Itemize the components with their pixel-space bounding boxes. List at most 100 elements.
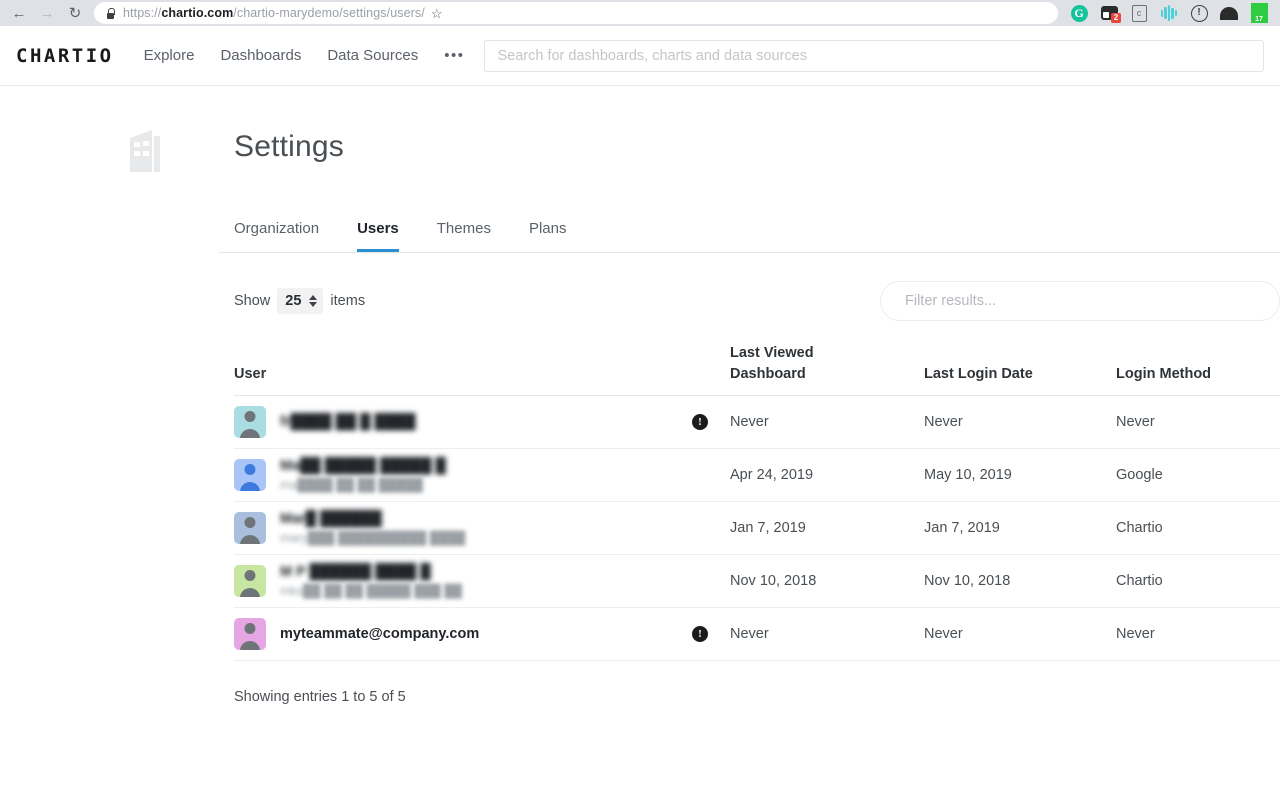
user-name: fr████ ██ █ ████ (280, 413, 416, 432)
filter-results-input[interactable]: Filter results... (880, 281, 1280, 321)
tab-plans[interactable]: Plans (529, 220, 567, 252)
page-size-group: Show 25 items (234, 288, 365, 314)
cloud-glyph (1220, 7, 1238, 20)
grammarly-extension-icon[interactable]: G (1064, 1, 1094, 25)
circle-exclamation-extension-icon[interactable]: ! (1184, 1, 1214, 25)
user-name: myteammate@company.com (280, 625, 479, 644)
tab-organization[interactable]: Organization (234, 220, 319, 252)
lvd-line2: Dashboard (730, 364, 924, 385)
users-table: User Last Viewed Dashboard Last Login Da… (234, 343, 1280, 661)
global-search-placeholder: Search for dashboards, charts and data s… (497, 48, 807, 64)
login-method-cell: Google (1116, 467, 1276, 483)
page-size-stepper[interactable]: 25 (277, 288, 323, 314)
last-viewed-dashboard-cell: Jan 7, 2019 (730, 520, 924, 536)
wallet-extension-icon[interactable]: 2 (1094, 1, 1124, 25)
stepper-arrows[interactable] (309, 295, 317, 307)
column-header-user[interactable]: User (234, 364, 692, 385)
last-login-date-cell: Jan 7, 2019 (924, 520, 1116, 536)
wallet-badge: 2 (1111, 13, 1121, 23)
url-text: https://chartio.com/chartio-marydemo/set… (123, 6, 425, 20)
url-scheme: https:// (123, 6, 161, 20)
url-domain: chartio.com (161, 6, 233, 20)
nav-link-dashboards[interactable]: Dashboards (220, 47, 301, 64)
more-menu-icon[interactable]: ••• (444, 47, 464, 64)
user-identity: Mar█ ██████ mary███ ██████████ ████ (280, 510, 465, 547)
last-login-date-cell: Never (924, 626, 1116, 642)
chartio-logo[interactable]: CHARTIO (16, 45, 114, 67)
avatar-body (240, 429, 260, 438)
avatar-head (245, 411, 256, 422)
green-counter-glyph: 17 (1251, 3, 1268, 23)
show-label: Show (234, 293, 270, 309)
url-path: /chartio-marydemo/settings/users/ (233, 6, 425, 20)
alert-circle-icon[interactable]: ! (692, 414, 708, 430)
star-icon[interactable]: ☆ (431, 7, 443, 20)
page-header: Settings (0, 122, 1280, 172)
building-icon (128, 128, 162, 172)
clipboard-glyph: c (1132, 5, 1147, 22)
table-row[interactable]: Ma██ █████ █████ █ ma████ ██ ██ █████ Ap… (234, 449, 1280, 502)
clipboard-extension-icon[interactable]: c (1124, 1, 1154, 25)
reload-icon[interactable]: ↻ (62, 2, 88, 24)
avatar-body (240, 641, 260, 650)
items-label: items (330, 293, 365, 309)
app-navbar: CHARTIO Explore Dashboards Data Sources … (0, 26, 1280, 86)
user-cell: Mar█ ██████ mary███ ██████████ ████ (234, 510, 692, 547)
avatar-head (245, 517, 256, 528)
caret-down-icon[interactable] (309, 302, 317, 307)
avatar-head (245, 623, 256, 634)
forward-icon[interactable]: → (34, 2, 60, 24)
alert-circle-icon[interactable]: ! (692, 626, 708, 642)
login-method-cell: Chartio (1116, 520, 1276, 536)
table-row[interactable]: Mar█ ██████ mary███ ██████████ ████ Jan … (234, 502, 1280, 555)
address-bar[interactable]: https://chartio.com/chartio-marydemo/set… (94, 2, 1058, 24)
nav-link-explore[interactable]: Explore (144, 47, 195, 64)
last-viewed-dashboard-cell: Nov 10, 2018 (730, 573, 924, 589)
filter-placeholder: Filter results... (905, 293, 996, 309)
alert-cell: ! (692, 414, 730, 430)
avatar-body (240, 588, 260, 597)
grammarly-glyph: G (1071, 5, 1088, 22)
user-email: mary███ ██████████ ████ (280, 530, 465, 547)
nav-link-data-sources[interactable]: Data Sources (327, 47, 418, 64)
tab-themes[interactable]: Themes (437, 220, 491, 252)
login-method-cell: Never (1116, 414, 1276, 430)
tab-users[interactable]: Users (357, 220, 399, 252)
showing-entries-label: Showing entries 1 to 5 of 5 (234, 689, 1280, 705)
table-header-row: User Last Viewed Dashboard Last Login Da… (234, 343, 1280, 396)
column-header-last-login-date[interactable]: Last Login Date (924, 364, 1116, 385)
user-identity: M P ██████ ████ █ mks██ ██ ██ █████ ███ … (280, 563, 462, 600)
user-cell: Ma██ █████ █████ █ ma████ ██ ██ █████ (234, 457, 692, 494)
cloud-extension-icon[interactable] (1214, 1, 1244, 25)
last-login-date-cell: Never (924, 414, 1116, 430)
table-controls: Show 25 items Filter results... (234, 281, 1280, 321)
last-viewed-dashboard-cell: Never (730, 626, 924, 642)
avatar-body (240, 535, 260, 544)
table-row[interactable]: myteammate@company.com ! Never Never Nev… (234, 608, 1280, 661)
alert-cell: ! (692, 626, 730, 642)
waveform-glyph (1161, 5, 1177, 21)
last-viewed-dashboard-cell: Never (730, 414, 924, 430)
avatar (234, 565, 266, 597)
user-name: M P ██████ ████ █ (280, 563, 462, 582)
table-row[interactable]: M P ██████ ████ █ mks██ ██ ██ █████ ███ … (234, 555, 1280, 608)
avatar-head (245, 570, 256, 581)
column-header-last-viewed-dashboard[interactable]: Last Viewed Dashboard (730, 343, 924, 385)
global-search-input[interactable]: Search for dashboards, charts and data s… (484, 40, 1264, 72)
caret-up-icon[interactable] (309, 295, 317, 300)
table-row[interactable]: fr████ ██ █ ████ ! Never Never Never (234, 396, 1280, 449)
waveform-extension-icon[interactable] (1154, 1, 1184, 25)
avatar-body (240, 482, 260, 491)
page-title: Settings (234, 130, 344, 164)
user-name: Mar█ ██████ (280, 510, 465, 529)
back-icon[interactable]: ← (6, 2, 32, 24)
user-cell: fr████ ██ █ ████ (234, 406, 692, 438)
avatar (234, 459, 266, 491)
avatar (234, 618, 266, 650)
user-identity: Ma██ █████ █████ █ ma████ ██ ██ █████ (280, 457, 446, 494)
user-cell: M P ██████ ████ █ mks██ ██ ██ █████ ███ … (234, 563, 692, 600)
user-identity: fr████ ██ █ ████ (280, 413, 416, 432)
green-counter-extension-icon[interactable]: 17 (1244, 1, 1274, 25)
browser-nav-buttons: ← → ↻ (6, 2, 88, 24)
column-header-login-method[interactable]: Login Method (1116, 364, 1276, 385)
